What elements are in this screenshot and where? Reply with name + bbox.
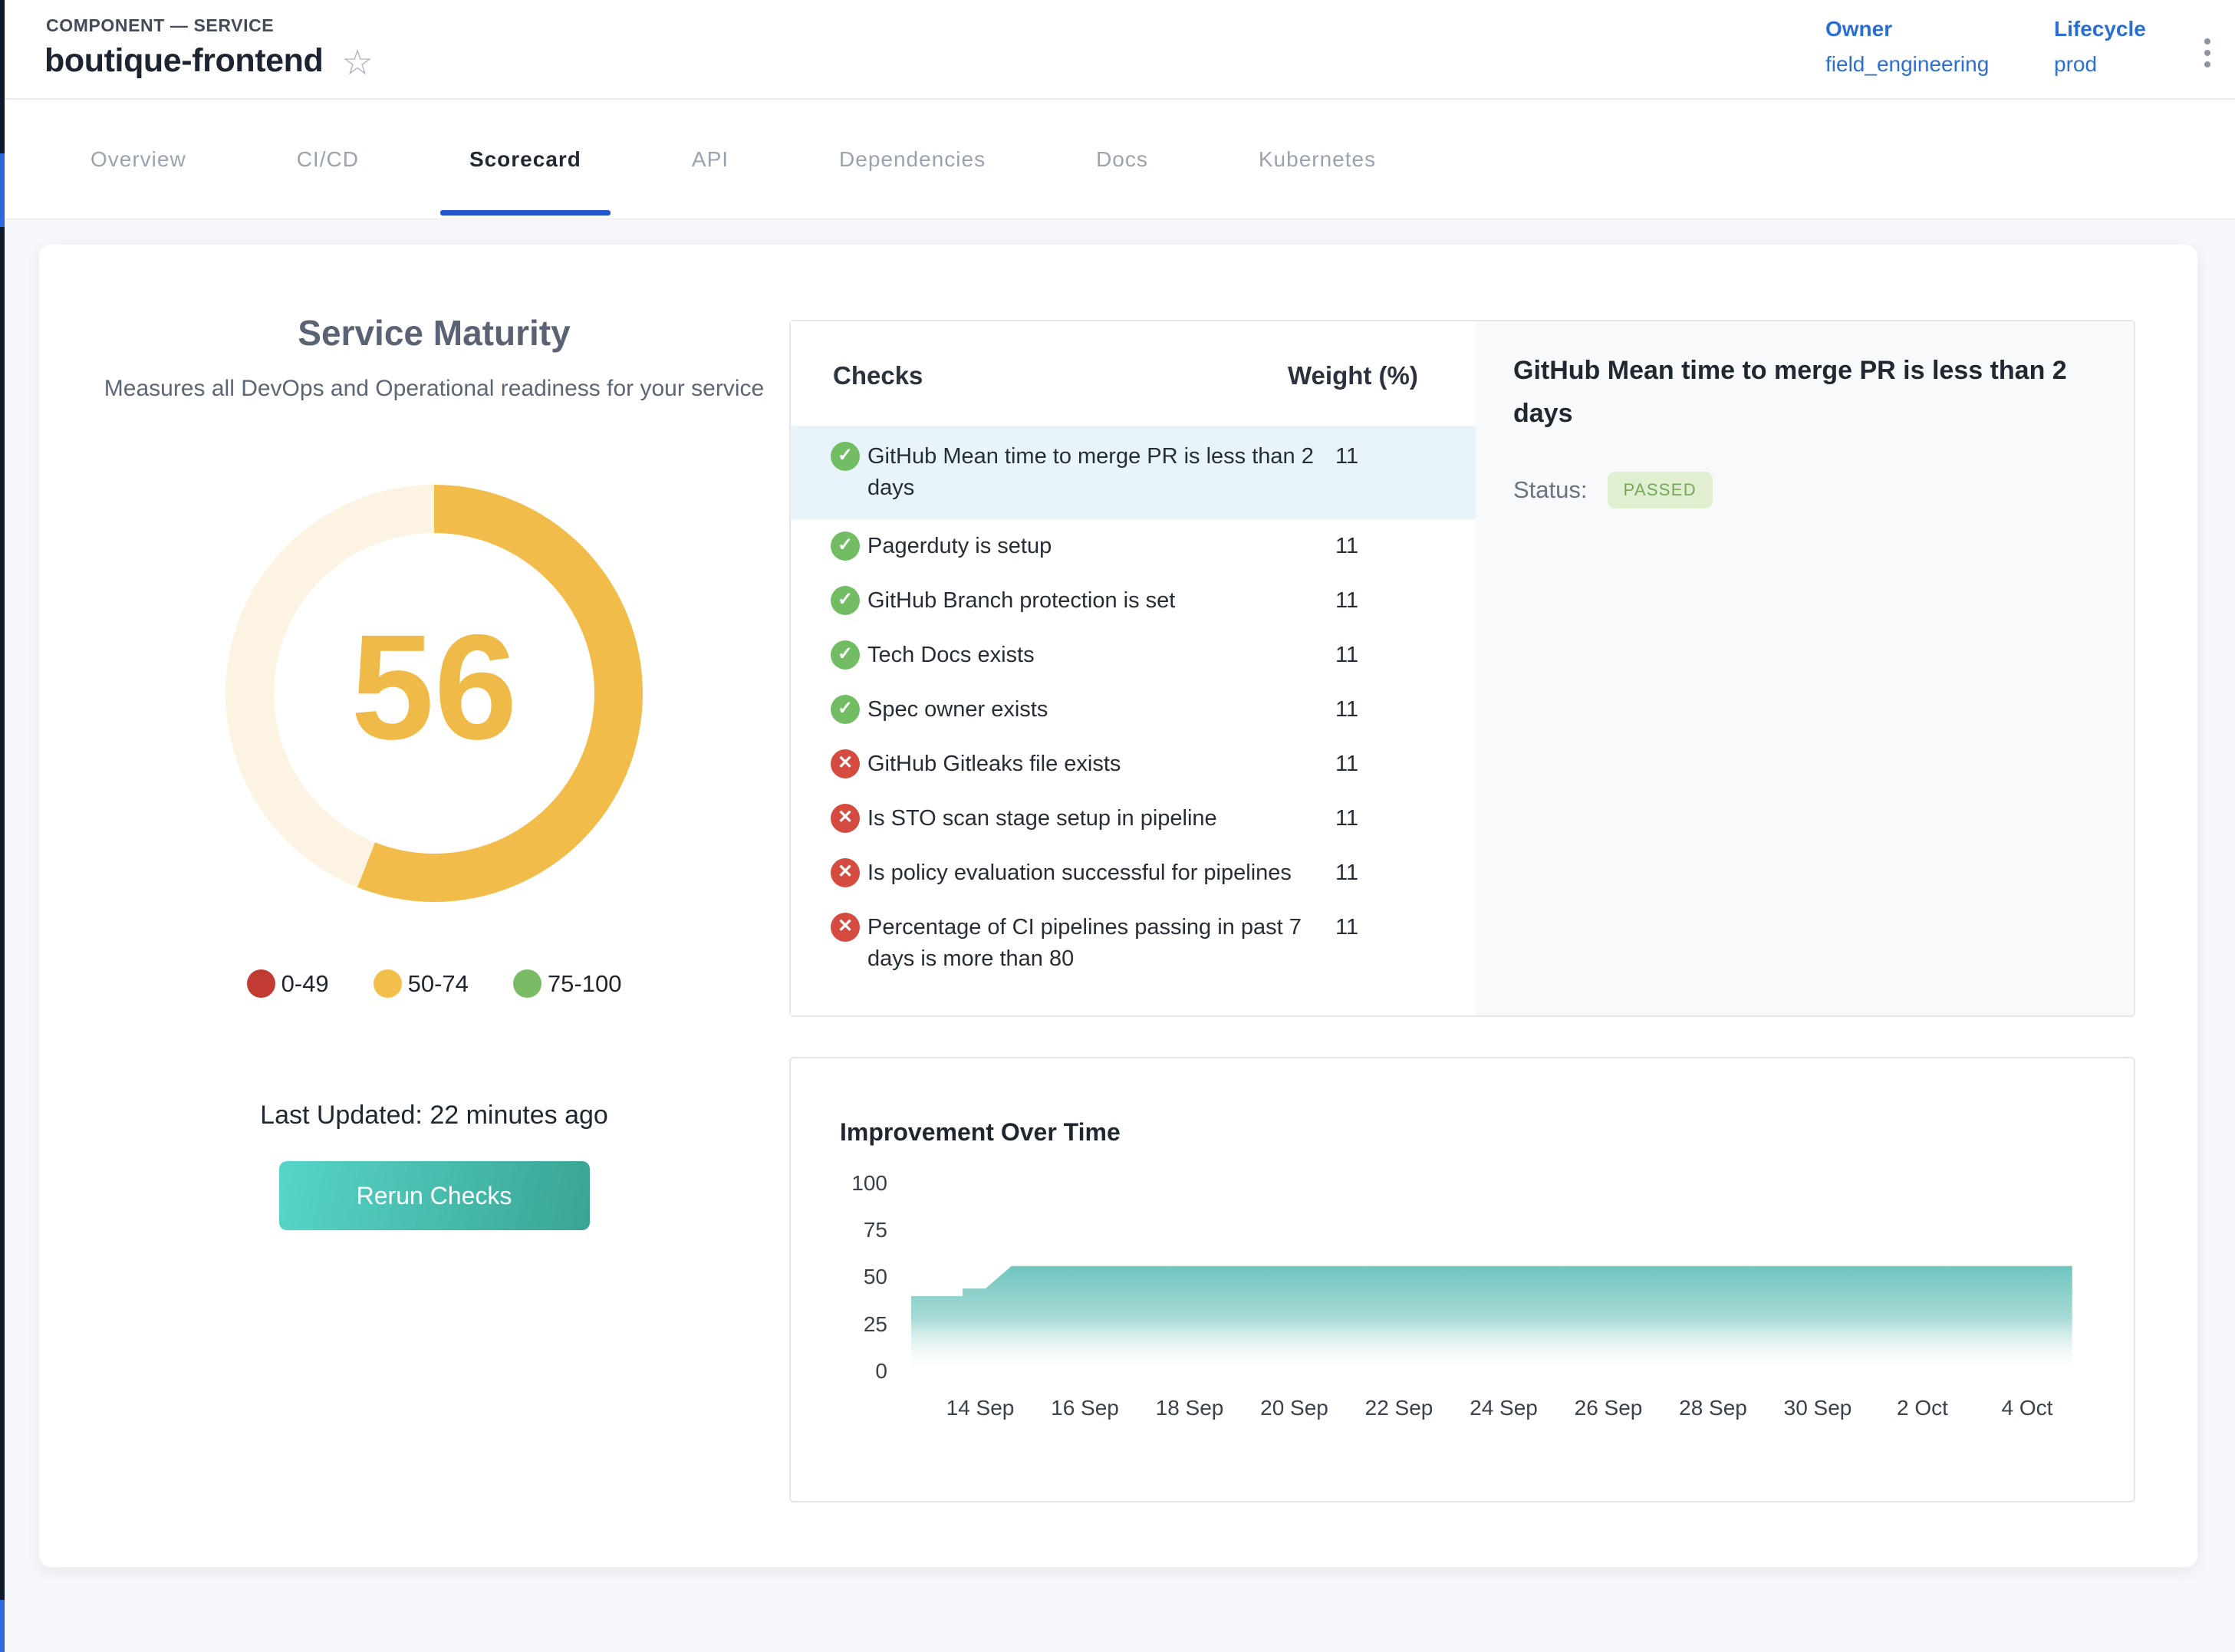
legend-label: 50-74 bbox=[408, 970, 469, 998]
check-failed-icon: ✕ bbox=[831, 858, 860, 887]
legend-label: 0-49 bbox=[281, 970, 329, 998]
entity-tabbar: OverviewCI/CDScorecardAPIDependenciesDoc… bbox=[5, 100, 2235, 219]
service-maturity-summary: Service Maturity Measures all DevOps and… bbox=[66, 312, 802, 1230]
scorecard-title: Service Maturity bbox=[66, 312, 802, 354]
window-left-edge bbox=[0, 0, 5, 1652]
check-weight: 11 bbox=[1335, 857, 1358, 889]
tab-ci-cd[interactable]: CI/CD bbox=[242, 100, 414, 219]
window-left-edge-accent-bottom bbox=[0, 1600, 5, 1652]
favorite-star-icon[interactable]: ☆ bbox=[341, 44, 373, 80]
check-weight: 11 bbox=[1335, 531, 1358, 562]
tab-api[interactable]: API bbox=[637, 100, 784, 219]
legend-dot-icon bbox=[513, 969, 541, 998]
check-row-is-sto-scan-stage-setup-in-pipeline[interactable]: ✕Is STO scan stage setup in pipeline11 bbox=[791, 791, 1476, 846]
more-options-kebab-icon[interactable] bbox=[2200, 34, 2215, 72]
legend-item-75-100: 75-100 bbox=[513, 969, 622, 998]
check-row-pagerduty-is-setup[interactable]: ✓Pagerduty is setup11 bbox=[791, 519, 1476, 574]
check-weight: 11 bbox=[1335, 803, 1358, 834]
rerun-checks-button[interactable]: Rerun Checks bbox=[279, 1161, 590, 1230]
lifecycle-value: prod bbox=[2054, 52, 2146, 77]
status-badge: PASSED bbox=[1608, 472, 1713, 508]
check-passed-icon: ✓ bbox=[831, 531, 860, 561]
window-left-edge-accent-top bbox=[0, 153, 5, 227]
scorecard-subtitle: Measures all DevOps and Operational read… bbox=[97, 370, 772, 406]
check-failed-icon: ✕ bbox=[831, 749, 860, 778]
entity-header: COMPONENT — SERVICE boutique-frontend ☆ … bbox=[5, 0, 2235, 100]
check-detail-title: GitHub Mean time to merge PR is less tha… bbox=[1513, 349, 2075, 435]
check-weight: 11 bbox=[1335, 585, 1358, 617]
check-label: Pagerduty is setup bbox=[867, 531, 1337, 562]
check-row-is-policy-evaluation-successful-for-pipe[interactable]: ✕Is policy evaluation successful for pip… bbox=[791, 846, 1476, 900]
check-weight: 11 bbox=[1335, 749, 1358, 780]
check-label: GitHub Branch protection is set bbox=[867, 585, 1337, 617]
check-weight: 11 bbox=[1335, 441, 1358, 472]
check-passed-icon: ✓ bbox=[831, 640, 860, 670]
status-label: Status: bbox=[1513, 476, 1588, 504]
last-updated-text: Last Updated: 22 minutes ago bbox=[66, 1101, 802, 1130]
check-label: GitHub Gitleaks file exists bbox=[867, 749, 1337, 780]
check-detail-panel: GitHub Mean time to merge PR is less tha… bbox=[1476, 321, 2134, 1015]
maturity-score-gauge: 56 bbox=[225, 485, 643, 902]
check-label: Tech Docs exists bbox=[867, 640, 1337, 671]
check-label: Percentage of CI pipelines passing in pa… bbox=[867, 912, 1337, 975]
check-row-spec-owner-exists[interactable]: ✓Spec owner exists11 bbox=[791, 683, 1476, 737]
owner-label: Owner bbox=[1825, 17, 1989, 41]
checks-panel: Checks Weight (%) ✓GitHub Mean time to m… bbox=[789, 320, 2135, 1017]
breadcrumb: COMPONENT — SERVICE bbox=[46, 15, 274, 36]
check-row-percentage-of-ci-pipelines-passing-in-pa[interactable]: ✕Percentage of CI pipelines passing in p… bbox=[791, 900, 1476, 986]
check-row-tech-docs-exists[interactable]: ✓Tech Docs exists11 bbox=[791, 628, 1476, 683]
legend-dot-icon bbox=[247, 969, 275, 998]
tab-kubernetes[interactable]: Kubernetes bbox=[1203, 100, 1431, 219]
check-row-github-branch-protection-is-set[interactable]: ✓GitHub Branch protection is set11 bbox=[791, 574, 1476, 628]
check-label: Spec owner exists bbox=[867, 694, 1337, 726]
check-row-github-gitleaks-file-exists[interactable]: ✕GitHub Gitleaks file exists11 bbox=[791, 737, 1476, 791]
legend-item-50-74: 50-74 bbox=[374, 969, 469, 998]
check-passed-icon: ✓ bbox=[831, 442, 860, 471]
owner-value[interactable]: field_engineering bbox=[1825, 52, 1989, 77]
check-failed-icon: ✕ bbox=[831, 804, 860, 833]
weight-column-header: Weight (%) bbox=[1288, 361, 1418, 390]
check-weight: 11 bbox=[1335, 640, 1358, 671]
legend-label: 75-100 bbox=[548, 970, 622, 998]
check-passed-icon: ✓ bbox=[831, 695, 860, 724]
lifecycle-label: Lifecycle bbox=[2054, 17, 2146, 41]
checks-column-header: Checks bbox=[833, 361, 923, 390]
checks-list: Checks Weight (%) ✓GitHub Mean time to m… bbox=[791, 321, 1476, 1015]
tab-overview[interactable]: Overview bbox=[35, 100, 242, 219]
tab-dependencies[interactable]: Dependencies bbox=[784, 100, 1041, 219]
check-label: Is STO scan stage setup in pipeline bbox=[867, 803, 1337, 834]
check-weight: 11 bbox=[1335, 694, 1358, 726]
scorecard-page: COMPONENT — SERVICE boutique-frontend ☆ … bbox=[0, 0, 2235, 1652]
check-label: Is policy evaluation successful for pipe… bbox=[867, 857, 1337, 889]
check-failed-icon: ✕ bbox=[831, 913, 860, 942]
score-range-legend: 0-49 50-74 75-100 bbox=[66, 969, 802, 998]
legend-dot-icon bbox=[374, 969, 402, 998]
check-weight: 11 bbox=[1335, 912, 1358, 943]
maturity-score-value: 56 bbox=[351, 601, 518, 773]
improvement-area-chart bbox=[791, 1058, 2134, 1501]
check-label: GitHub Mean time to merge PR is less tha… bbox=[867, 441, 1337, 504]
improvement-chart-panel: Improvement Over Time 1007550250 14 Sep1… bbox=[789, 1057, 2135, 1502]
tab-docs[interactable]: Docs bbox=[1041, 100, 1203, 219]
tab-scorecard[interactable]: Scorecard bbox=[414, 100, 637, 219]
scorecard-card: Service Maturity Measures all DevOps and… bbox=[38, 244, 2198, 1568]
check-passed-icon: ✓ bbox=[831, 586, 860, 615]
legend-item-0-49: 0-49 bbox=[247, 969, 329, 998]
check-row-github-mean-time-to-merge-pr-is-less-tha[interactable]: ✓GitHub Mean time to merge PR is less th… bbox=[791, 426, 1476, 519]
page-title: boutique-frontend bbox=[44, 42, 323, 80]
